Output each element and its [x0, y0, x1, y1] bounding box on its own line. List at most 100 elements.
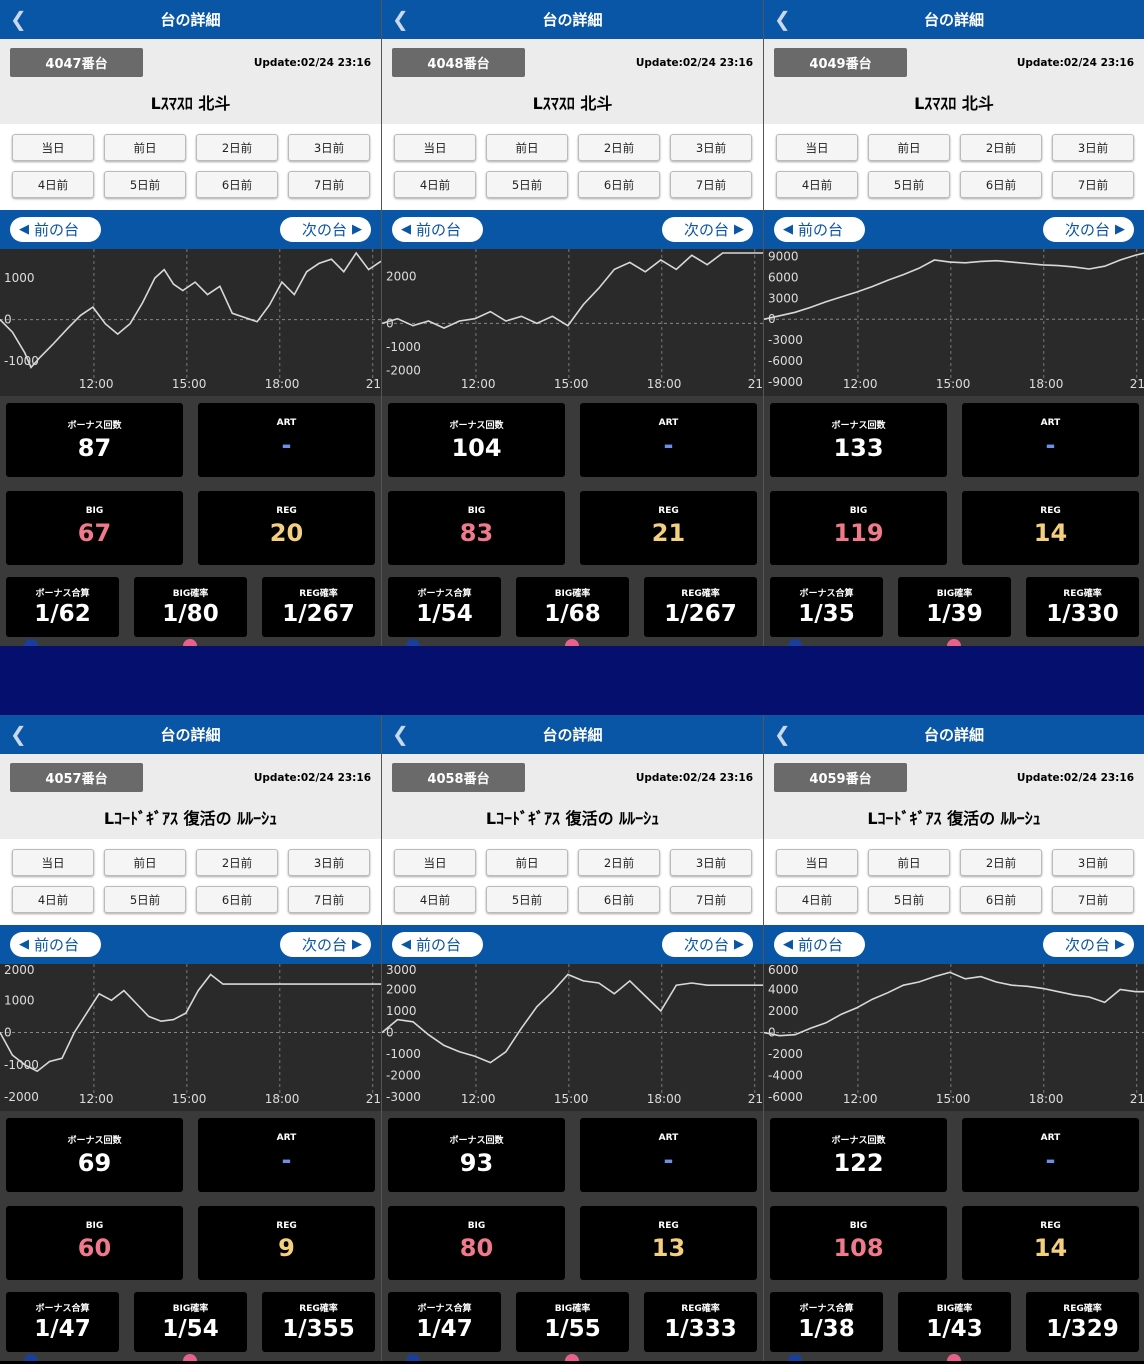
chevron-left-icon[interactable]: ❮ [10, 7, 27, 31]
day-button[interactable]: 5日前 [868, 886, 950, 913]
day-button[interactable]: 7日前 [1052, 886, 1134, 913]
next-label: 次の台 [301, 221, 347, 239]
day-button[interactable]: 6日前 [578, 171, 660, 198]
bonus-total-box: ボーナス合算 1/38 [770, 1292, 883, 1352]
prev-machine-button[interactable]: ◀ 前の台 [10, 932, 101, 957]
day-button[interactable]: 4日前 [394, 886, 476, 913]
header-bar: ❮ 台の詳細 [764, 0, 1144, 39]
day-button[interactable]: 当日 [394, 134, 476, 161]
chevron-left-icon[interactable]: ❮ [774, 722, 791, 746]
prev-machine-button[interactable]: ◀ 前の台 [392, 932, 483, 957]
data-point [933, 976, 935, 978]
art-box: ART - [962, 1118, 1139, 1192]
day-button[interactable]: 7日前 [670, 886, 752, 913]
day-button[interactable]: 前日 [868, 849, 950, 876]
day-button[interactable]: 4日前 [776, 171, 858, 198]
prev-machine-button[interactable]: ◀ 前の台 [392, 217, 483, 242]
data-point [1042, 987, 1044, 990]
reg-value: 20 [269, 519, 304, 547]
next-machine-button[interactable]: 次の台 ▶ [1043, 217, 1134, 242]
triangle-right-icon: ▶ [734, 222, 744, 237]
art-value: - [1045, 431, 1056, 459]
day-button[interactable]: 2日前 [960, 849, 1042, 876]
reg-prob-box: REG確率 1/329 [1026, 1292, 1139, 1352]
day-button[interactable]: 4日前 [776, 886, 858, 913]
bonus-total-value: 1/35 [798, 601, 855, 627]
header-title: 台の詳細 [160, 726, 221, 744]
big-label: BIG [849, 1221, 868, 1231]
big-prob-box: BIG確率 1/55 [516, 1292, 629, 1352]
data-point [73, 1031, 75, 1034]
chevron-left-icon[interactable]: ❮ [392, 722, 409, 746]
day-button[interactable]: 前日 [868, 134, 950, 161]
day-button[interactable]: 4日前 [12, 886, 94, 913]
big-prob-value: 1/80 [162, 601, 219, 627]
prev-label: 前の台 [416, 221, 462, 239]
day-button[interactable]: 2日前 [960, 134, 1042, 161]
day-button[interactable]: 前日 [486, 849, 568, 876]
data-point [856, 291, 858, 293]
day-button[interactable]: 3日前 [1052, 134, 1134, 161]
day-button[interactable]: 3日前 [288, 849, 370, 876]
day-button[interactable]: 6日前 [960, 886, 1042, 913]
day-button[interactable]: 6日前 [196, 886, 278, 913]
day-button[interactable]: 3日前 [288, 134, 370, 161]
day-button[interactable]: 7日前 [1052, 171, 1134, 198]
triangle-right-icon: ▶ [734, 937, 744, 952]
day-button[interactable]: 7日前 [288, 171, 370, 198]
prev-machine-button[interactable]: ◀ 前の台 [774, 932, 865, 957]
day-button[interactable]: 5日前 [868, 171, 950, 198]
update-time: Update:02/24 23:16 [1016, 57, 1134, 69]
stats-area: ボーナス回数 87 ART - BIG 67 REG 20 ボーナス合算 1/6… [0, 396, 381, 646]
bonus-total-label: ボーナス合算 [35, 1304, 90, 1314]
day-button[interactable]: 当日 [12, 134, 94, 161]
day-button[interactable]: 5日前 [486, 886, 568, 913]
prev-machine-button[interactable]: ◀ 前の台 [10, 217, 101, 242]
next-machine-button[interactable]: 次の台 ▶ [662, 217, 753, 242]
day-button[interactable]: 4日前 [12, 171, 94, 198]
machine-number: 4057番台 [10, 763, 143, 792]
day-button[interactable]: 5日前 [104, 886, 186, 913]
chevron-left-icon[interactable]: ❮ [10, 722, 27, 746]
triangle-left-icon: ◀ [401, 937, 411, 952]
reg-prob-label: REG確率 [299, 589, 338, 599]
data-point [182, 289, 184, 292]
day-button[interactable]: 3日前 [670, 849, 752, 876]
day-button[interactable]: 3日前 [1052, 849, 1134, 876]
day-button[interactable]: 当日 [12, 849, 94, 876]
day-button[interactable]: 6日前 [578, 886, 660, 913]
day-button[interactable]: 当日 [776, 849, 858, 876]
day-button[interactable]: 2日前 [196, 134, 278, 161]
art-label: ART [276, 1133, 297, 1143]
day-button[interactable]: 7日前 [288, 886, 370, 913]
day-button[interactable]: 前日 [486, 134, 568, 161]
next-machine-button[interactable]: 次の台 ▶ [1043, 932, 1134, 957]
next-machine-button[interactable]: 次の台 ▶ [280, 217, 371, 242]
day-button[interactable]: 前日 [104, 134, 186, 161]
chevron-left-icon[interactable]: ❮ [774, 7, 791, 31]
data-point [613, 993, 615, 995]
day-button[interactable]: 3日前 [670, 134, 752, 161]
day-button[interactable]: 2日前 [578, 849, 660, 876]
day-button[interactable]: 2日前 [578, 134, 660, 161]
day-button[interactable]: 5日前 [104, 171, 186, 198]
day-button[interactable]: 6日前 [196, 171, 278, 198]
prev-machine-button[interactable]: ◀ 前の台 [774, 217, 865, 242]
day-button[interactable]: 当日 [394, 849, 476, 876]
day-button[interactable]: 5日前 [486, 171, 568, 198]
next-machine-button[interactable]: 次の台 ▶ [280, 932, 371, 957]
day-button[interactable]: 7日前 [670, 171, 752, 198]
next-machine-button[interactable]: 次の台 ▶ [662, 932, 753, 957]
data-point [1011, 984, 1013, 986]
day-button[interactable]: 前日 [104, 849, 186, 876]
art-label: ART [276, 418, 297, 428]
triangle-left-icon: ◀ [19, 222, 29, 237]
day-button[interactable]: 6日前 [960, 171, 1042, 198]
day-button[interactable]: 当日 [776, 134, 858, 161]
bonus-total-box: ボーナス合算 1/62 [6, 577, 119, 637]
day-button[interactable]: 4日前 [394, 171, 476, 198]
data-point [24, 352, 26, 354]
chevron-left-icon[interactable]: ❮ [392, 7, 409, 31]
bonus-count-label: ボーナス回数 [67, 1136, 122, 1146]
day-button[interactable]: 2日前 [196, 849, 278, 876]
